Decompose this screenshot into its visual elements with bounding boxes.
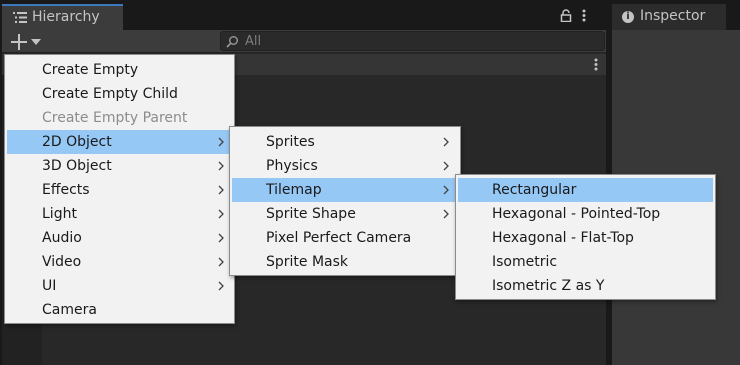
menu-item-sprite-shape[interactable]: Sprite Shape (232, 202, 458, 226)
plus-icon (11, 34, 27, 50)
menu-item-tilemap[interactable]: Tilemap (232, 178, 458, 202)
inspector-tab-label: Inspector (640, 8, 706, 24)
menu-item-video[interactable]: Video (7, 250, 232, 274)
menu-item-light[interactable]: Light (7, 202, 232, 226)
tab-menu-kebab-icon[interactable] (582, 9, 586, 22)
menu-item-sprite-mask[interactable]: Sprite Mask (232, 250, 458, 274)
menu-item-pixel-perfect-camera[interactable]: Pixel Perfect Camera (232, 226, 458, 250)
menu-item-ui[interactable]: UI (7, 274, 232, 298)
menu-item-hexagonal-flat-top[interactable]: Hexagonal - Flat-Top (458, 226, 713, 250)
menu-item-create-empty[interactable]: Create Empty (7, 58, 232, 82)
search-icon (226, 36, 238, 48)
chevron-right-icon (218, 257, 224, 267)
menu-item-audio[interactable]: Audio (7, 226, 232, 250)
chevron-right-icon (443, 185, 449, 195)
create-dropdown-button[interactable] (8, 32, 48, 52)
chevron-right-icon (218, 185, 224, 195)
menu-item-sprites[interactable]: Sprites (232, 130, 458, 154)
chevron-right-icon (218, 209, 224, 219)
hierarchy-list-icon (13, 12, 27, 23)
chevron-right-icon (218, 281, 224, 291)
chevron-right-icon (443, 161, 449, 171)
chevron-right-icon (218, 233, 224, 243)
search-input[interactable]: All (220, 31, 605, 51)
search-placeholder: All (245, 34, 262, 49)
tilemap-submenu: Rectangular Hexagonal - Pointed-Top Hexa… (455, 174, 716, 300)
menu-item-camera[interactable]: Camera (7, 298, 232, 322)
scene-menu-kebab-icon[interactable] (594, 58, 598, 71)
menu-item-create-empty-parent: Create Empty Parent (42, 110, 188, 126)
menu-item-effects[interactable]: Effects (7, 178, 232, 202)
menu-item-3d-object[interactable]: 3D Object (7, 154, 232, 178)
info-icon: i (622, 11, 634, 23)
chevron-right-icon (443, 137, 449, 147)
menu-item-physics[interactable]: Physics (232, 154, 458, 178)
tab-inspector[interactable]: i Inspector (612, 4, 726, 30)
tab-hierarchy[interactable]: Hierarchy (2, 4, 123, 30)
menu-item-hexagonal-pointed-top[interactable]: Hexagonal - Pointed-Top (458, 202, 713, 226)
menu-item-rectangular[interactable]: Rectangular (458, 178, 713, 202)
chevron-right-icon (218, 137, 224, 147)
triangle-down-icon (31, 39, 41, 45)
hierarchy-toolbar: All (2, 30, 606, 53)
2d-object-submenu: Sprites Physics Tilemap Sprite Shape Pix… (229, 126, 461, 276)
hierarchy-tab-label: Hierarchy (32, 9, 100, 25)
lock-icon[interactable] (560, 8, 572, 22)
create-context-menu: Create Empty Create Empty Child Create E… (4, 54, 235, 324)
menu-item-create-empty-child[interactable]: Create Empty Child (7, 82, 232, 106)
menu-item-isometric-z-as-y[interactable]: Isometric Z as Y (458, 274, 713, 298)
chevron-right-icon (218, 161, 224, 171)
menu-item-2d-object[interactable]: 2D Object (7, 130, 232, 154)
menu-item-isometric[interactable]: Isometric (458, 250, 713, 274)
chevron-right-icon (443, 209, 449, 219)
hierarchy-tab-controls (560, 8, 586, 22)
